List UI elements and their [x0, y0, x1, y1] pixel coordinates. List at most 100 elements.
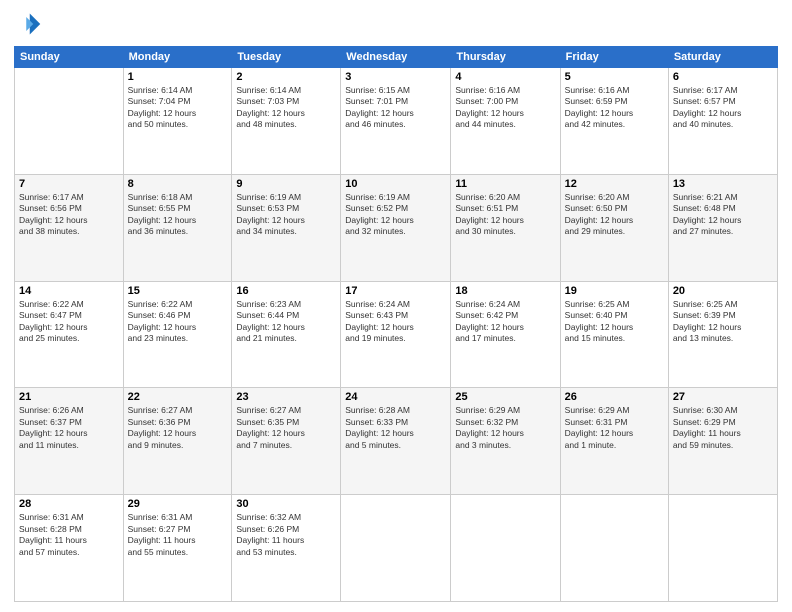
col-header-wednesday: Wednesday [341, 47, 451, 68]
day-cell: 23 Sunrise: 6:27 AM Sunset: 6:35 PM Dayli… [232, 388, 341, 495]
day-number: 22 [128, 391, 228, 403]
day-number: 12 [565, 178, 664, 190]
day-info: Sunrise: 6:24 AM Sunset: 6:42 PM Dayligh… [455, 299, 555, 345]
day-number: 28 [19, 498, 119, 510]
day-cell: 18 Sunrise: 6:24 AM Sunset: 6:42 PM Dayli… [451, 281, 560, 388]
day-number: 25 [455, 391, 555, 403]
day-number: 24 [345, 391, 446, 403]
day-info: Sunrise: 6:31 AM Sunset: 6:28 PM Dayligh… [19, 512, 119, 558]
day-info: Sunrise: 6:19 AM Sunset: 6:52 PM Dayligh… [345, 192, 446, 238]
day-number: 18 [455, 285, 555, 297]
week-row-5: 28 Sunrise: 6:31 AM Sunset: 6:28 PM Dayli… [15, 495, 778, 602]
day-number: 15 [128, 285, 228, 297]
day-info: Sunrise: 6:32 AM Sunset: 6:26 PM Dayligh… [236, 512, 336, 558]
day-number: 19 [565, 285, 664, 297]
day-info: Sunrise: 6:17 AM Sunset: 6:56 PM Dayligh… [19, 192, 119, 238]
day-cell: 26 Sunrise: 6:29 AM Sunset: 6:31 PM Dayli… [560, 388, 668, 495]
day-info: Sunrise: 6:23 AM Sunset: 6:44 PM Dayligh… [236, 299, 336, 345]
day-info: Sunrise: 6:30 AM Sunset: 6:29 PM Dayligh… [673, 405, 773, 451]
day-info: Sunrise: 6:29 AM Sunset: 6:31 PM Dayligh… [565, 405, 664, 451]
week-row-2: 7 Sunrise: 6:17 AM Sunset: 6:56 PM Daylig… [15, 174, 778, 281]
day-number: 14 [19, 285, 119, 297]
day-cell: 15 Sunrise: 6:22 AM Sunset: 6:46 PM Dayli… [123, 281, 232, 388]
day-cell: 9 Sunrise: 6:19 AM Sunset: 6:53 PM Daylig… [232, 174, 341, 281]
day-cell: 19 Sunrise: 6:25 AM Sunset: 6:40 PM Dayli… [560, 281, 668, 388]
day-info: Sunrise: 6:31 AM Sunset: 6:27 PM Dayligh… [128, 512, 228, 558]
day-cell [341, 495, 451, 602]
day-cell: 16 Sunrise: 6:23 AM Sunset: 6:44 PM Dayli… [232, 281, 341, 388]
day-number: 7 [19, 178, 119, 190]
day-cell: 22 Sunrise: 6:27 AM Sunset: 6:36 PM Dayli… [123, 388, 232, 495]
day-number: 29 [128, 498, 228, 510]
day-info: Sunrise: 6:27 AM Sunset: 6:35 PM Dayligh… [236, 405, 336, 451]
day-cell [15, 68, 124, 175]
day-info: Sunrise: 6:27 AM Sunset: 6:36 PM Dayligh… [128, 405, 228, 451]
day-cell [451, 495, 560, 602]
week-row-4: 21Sunrise: 6:26 AM Sunset: 6:37 PM Dayli… [15, 388, 778, 495]
day-number: 26 [565, 391, 664, 403]
day-number: 8 [128, 178, 228, 190]
day-cell: 3 Sunrise: 6:15 AM Sunset: 7:01 PM Daylig… [341, 68, 451, 175]
day-number: 27 [673, 391, 773, 403]
day-number: 17 [345, 285, 446, 297]
day-info: Sunrise: 6:20 AM Sunset: 6:50 PM Dayligh… [565, 192, 664, 238]
day-number: 30 [236, 498, 336, 510]
week-row-3: 14 Sunrise: 6:22 AM Sunset: 6:47 PM Dayli… [15, 281, 778, 388]
day-cell [668, 495, 777, 602]
day-number: 13 [673, 178, 773, 190]
day-cell: 10 Sunrise: 6:19 AM Sunset: 6:52 PM Dayli… [341, 174, 451, 281]
day-number: 5 [565, 71, 664, 83]
day-cell: 29 Sunrise: 6:31 AM Sunset: 6:27 PM Dayli… [123, 495, 232, 602]
day-info: Sunrise: 6:17 AM Sunset: 6:57 PM Dayligh… [673, 85, 773, 131]
day-info: Sunrise: 6:20 AM Sunset: 6:51 PM Dayligh… [455, 192, 555, 238]
day-number: 21 [19, 391, 119, 403]
day-info: Sunrise: 6:16 AM Sunset: 7:00 PM Dayligh… [455, 85, 555, 131]
day-number: 11 [455, 178, 555, 190]
day-number: 9 [236, 178, 336, 190]
day-number: 1 [128, 71, 228, 83]
calendar-table: SundayMondayTuesdayWednesdayThursdayFrid… [14, 46, 778, 602]
day-number: 23 [236, 391, 336, 403]
day-cell: 4 Sunrise: 6:16 AM Sunset: 7:00 PM Daylig… [451, 68, 560, 175]
day-number: 16 [236, 285, 336, 297]
day-cell: 27 Sunrise: 6:30 AM Sunset: 6:29 PM Dayli… [668, 388, 777, 495]
day-cell: 6 Sunrise: 6:17 AM Sunset: 6:57 PM Daylig… [668, 68, 777, 175]
day-cell: 7 Sunrise: 6:17 AM Sunset: 6:56 PM Daylig… [15, 174, 124, 281]
day-cell: 5 Sunrise: 6:16 AM Sunset: 6:59 PM Daylig… [560, 68, 668, 175]
day-cell: 28 Sunrise: 6:31 AM Sunset: 6:28 PM Dayli… [15, 495, 124, 602]
day-number: 20 [673, 285, 773, 297]
day-cell: 21Sunrise: 6:26 AM Sunset: 6:37 PM Dayli… [15, 388, 124, 495]
day-number: 10 [345, 178, 446, 190]
day-info: Sunrise: 6:21 AM Sunset: 6:48 PM Dayligh… [673, 192, 773, 238]
day-info: Sunrise: 6:18 AM Sunset: 6:55 PM Dayligh… [128, 192, 228, 238]
day-cell: 24 Sunrise: 6:28 AM Sunset: 6:33 PM Dayli… [341, 388, 451, 495]
col-header-monday: Monday [123, 47, 232, 68]
day-number: 6 [673, 71, 773, 83]
day-cell: 17Sunrise: 6:24 AM Sunset: 6:43 PM Dayli… [341, 281, 451, 388]
day-info: Sunrise: 6:28 AM Sunset: 6:33 PM Dayligh… [345, 405, 446, 451]
day-info: Sunrise: 6:14 AM Sunset: 7:03 PM Dayligh… [236, 85, 336, 131]
day-cell: 2 Sunrise: 6:14 AM Sunset: 7:03 PM Daylig… [232, 68, 341, 175]
header-row: SundayMondayTuesdayWednesdayThursdayFrid… [15, 47, 778, 68]
day-info: Sunrise: 6:22 AM Sunset: 6:47 PM Dayligh… [19, 299, 119, 345]
col-header-friday: Friday [560, 47, 668, 68]
day-info: Sunrise: 6:22 AM Sunset: 6:46 PM Dayligh… [128, 299, 228, 345]
day-number: 3 [345, 71, 446, 83]
page: SundayMondayTuesdayWednesdayThursdayFrid… [0, 0, 792, 612]
day-info: Sunrise: 6:25 AM Sunset: 6:40 PM Dayligh… [565, 299, 664, 345]
day-info: Sunrise: 6:16 AM Sunset: 6:59 PM Dayligh… [565, 85, 664, 131]
day-cell: 11 Sunrise: 6:20 AM Sunset: 6:51 PM Dayli… [451, 174, 560, 281]
day-cell: 12 Sunrise: 6:20 AM Sunset: 6:50 PM Dayli… [560, 174, 668, 281]
day-cell: 14 Sunrise: 6:22 AM Sunset: 6:47 PM Dayli… [15, 281, 124, 388]
day-info: Sunrise: 6:15 AM Sunset: 7:01 PM Dayligh… [345, 85, 446, 131]
day-number: 4 [455, 71, 555, 83]
col-header-saturday: Saturday [668, 47, 777, 68]
day-info: Sunrise: 6:19 AM Sunset: 6:53 PM Dayligh… [236, 192, 336, 238]
week-row-1: 1 Sunrise: 6:14 AM Sunset: 7:04 PM Daylig… [15, 68, 778, 175]
day-info: Sunrise: 6:29 AM Sunset: 6:32 PM Dayligh… [455, 405, 555, 451]
day-cell [560, 495, 668, 602]
col-header-sunday: Sunday [15, 47, 124, 68]
logo [14, 10, 46, 38]
day-info: Sunrise: 6:14 AM Sunset: 7:04 PM Dayligh… [128, 85, 228, 131]
day-number: 2 [236, 71, 336, 83]
